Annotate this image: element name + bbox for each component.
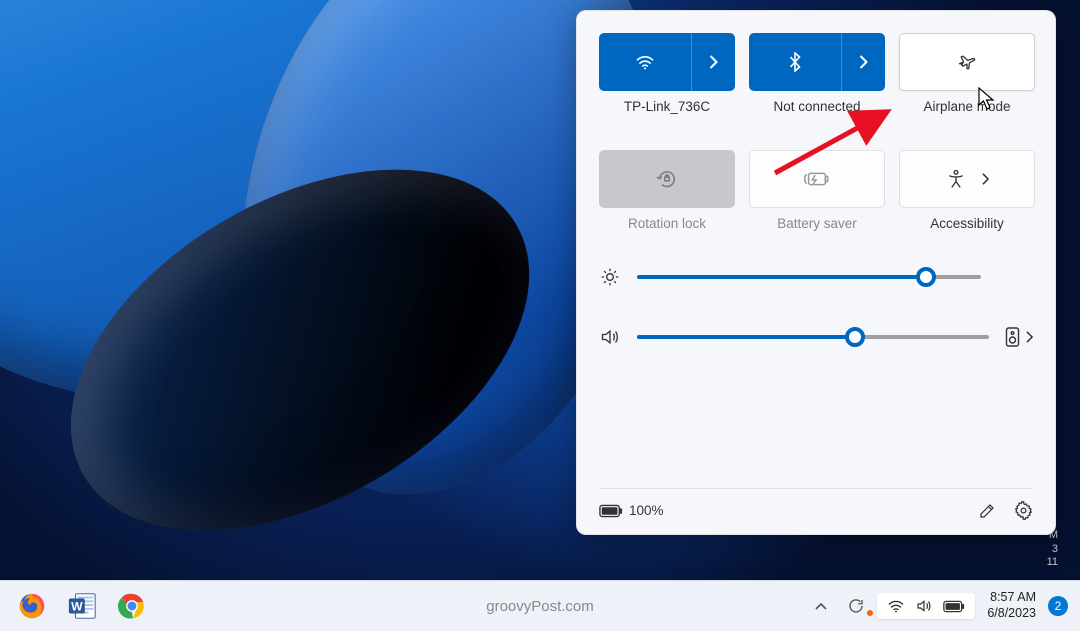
- tray-overflow-button[interactable]: [807, 602, 835, 610]
- accessibility-icon: [946, 169, 966, 189]
- system-tray[interactable]: [877, 593, 975, 619]
- airplane-label: Airplane mode: [923, 99, 1010, 114]
- taskbar-clock[interactable]: 8:57 AM 6/8/2023: [987, 590, 1036, 621]
- brightness-slider[interactable]: [637, 275, 981, 279]
- rotation-lock-tile[interactable]: [599, 150, 735, 208]
- volume-slider[interactable]: [637, 335, 989, 339]
- brightness-icon: [599, 267, 621, 287]
- volume-icon: [599, 327, 621, 347]
- windows-update-tray-icon[interactable]: [841, 597, 871, 615]
- wifi-icon: [635, 54, 655, 70]
- bluetooth-label: Not connected: [773, 99, 860, 114]
- svg-text:W: W: [71, 600, 83, 614]
- battery-saver-tile[interactable]: [749, 150, 885, 208]
- chevron-right-icon[interactable]: [1026, 331, 1033, 343]
- edit-icon[interactable]: [978, 502, 996, 520]
- chevron-right-icon: [709, 55, 718, 69]
- clock-peek: M311: [1047, 529, 1058, 569]
- chevron-right-icon: [859, 55, 868, 69]
- airplane-mode-tile[interactable]: [899, 33, 1035, 91]
- battery-saver-icon: [804, 170, 830, 188]
- battery-tray-icon: [943, 600, 965, 613]
- time-text: 8:57 AM: [990, 590, 1036, 606]
- wifi-toggle[interactable]: [599, 33, 691, 91]
- quick-settings-panel: TP-Link_736C Not connected Airplane mode: [576, 10, 1056, 535]
- word-app-icon[interactable]: W: [62, 586, 102, 626]
- brightness-slider-row: [599, 267, 1033, 287]
- wifi-tray-icon: [887, 599, 905, 613]
- date-text: 6/8/2023: [987, 606, 1036, 622]
- battery-percent: 100%: [629, 503, 664, 518]
- wifi-label: TP-Link_736C: [624, 99, 710, 114]
- airplane-icon: [956, 52, 978, 72]
- bluetooth-toggle[interactable]: [749, 33, 841, 91]
- battery-saver-label: Battery saver: [777, 216, 857, 231]
- bluetooth-expand-button[interactable]: [841, 33, 885, 91]
- rotation-lock-label: Rotation lock: [628, 216, 706, 231]
- chrome-app-icon[interactable]: [112, 586, 152, 626]
- notification-badge[interactable]: 2: [1048, 596, 1068, 616]
- chevron-right-icon: [982, 173, 989, 185]
- accessibility-label: Accessibility: [930, 216, 1004, 231]
- bluetooth-tile[interactable]: [749, 33, 885, 91]
- rotation-lock-icon: [656, 168, 678, 190]
- settings-icon[interactable]: [1014, 501, 1033, 520]
- accessibility-tile[interactable]: [899, 150, 1035, 208]
- volume-tray-icon: [915, 598, 933, 614]
- volume-slider-row: [599, 327, 1033, 347]
- battery-status[interactable]: 100%: [599, 503, 664, 518]
- firefox-app-icon[interactable]: [12, 586, 52, 626]
- battery-icon: [599, 504, 623, 518]
- wifi-tile[interactable]: [599, 33, 735, 91]
- wifi-expand-button[interactable]: [691, 33, 735, 91]
- audio-output-icon[interactable]: [1005, 327, 1020, 347]
- watermark-text: groovyPost.com: [486, 598, 594, 615]
- panel-footer: 100%: [599, 488, 1033, 520]
- bluetooth-icon: [789, 52, 802, 72]
- taskbar: W groovyPost.com 8:57 AM 6/8/2023 2: [0, 580, 1080, 631]
